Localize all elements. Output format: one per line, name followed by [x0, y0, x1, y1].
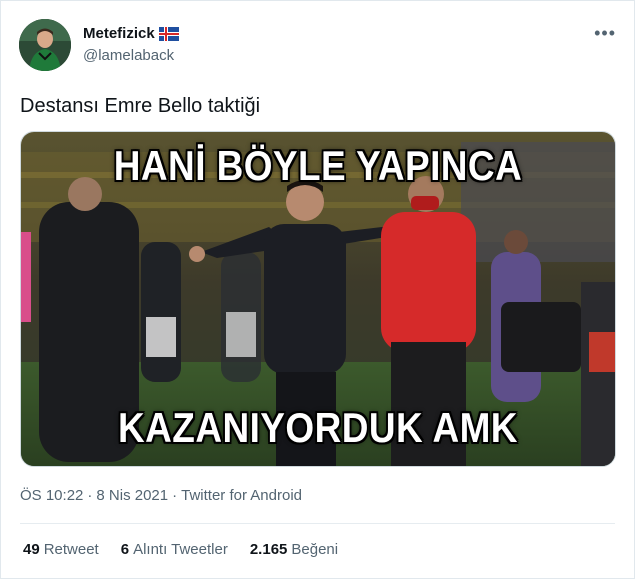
meme-top-caption: HANİ BÖYLE YAPINCA — [113, 142, 523, 189]
like-stat[interactable]: 2.165 Beğeni — [250, 541, 338, 558]
quote-tweet-label: Alıntı Tweetler — [133, 541, 228, 558]
tweet-meta: ÖS 10:22 · 8 Nis 2021 · Twitter for Andr… — [20, 487, 302, 504]
like-label: Beğeni — [291, 541, 339, 558]
tweet-media[interactable]: HANİ BÖYLE YAPINCA KAZANIYORDUK AMK — [20, 131, 616, 467]
retweet-label: Retweet — [43, 541, 99, 558]
tweet-text: Destansı Emre Bello taktiği — [20, 95, 261, 117]
tweet-card: Metefizick @lamelaback ••• Destansı Emre… — [0, 0, 635, 579]
quote-tweet-stat[interactable]: 6 Alıntı Tweetler — [121, 541, 228, 558]
user-name-row[interactable]: Metefizick — [83, 25, 179, 42]
retweet-count: 49 — [23, 541, 40, 558]
retweet-stat[interactable]: 49 Retweet — [23, 541, 99, 558]
tweet-date[interactable]: 8 Nis 2021 — [96, 487, 168, 504]
tweet-source[interactable]: Twitter for Android — [181, 487, 302, 504]
user-handle[interactable]: @lamelaback — [83, 47, 174, 64]
tweet-stats: 49 Retweet 6 Alıntı Tweetler 2.165 Beğen… — [23, 541, 338, 558]
profile-photo-icon — [19, 19, 71, 71]
like-count: 2.165 — [249, 541, 288, 558]
meta-separator: · — [172, 487, 178, 504]
tweet-time[interactable]: ÖS 10:22 — [20, 487, 83, 504]
more-options-icon[interactable]: ••• — [594, 24, 616, 42]
iceland-flag-icon — [158, 26, 179, 41]
display-name[interactable]: Metefizick — [83, 25, 155, 42]
meta-separator: · — [87, 487, 93, 504]
divider — [20, 523, 615, 524]
avatar[interactable] — [19, 19, 71, 71]
quote-tweet-count: 6 — [120, 541, 130, 558]
meme-bottom-caption: KAZANIYORDUK AMK — [118, 404, 518, 451]
